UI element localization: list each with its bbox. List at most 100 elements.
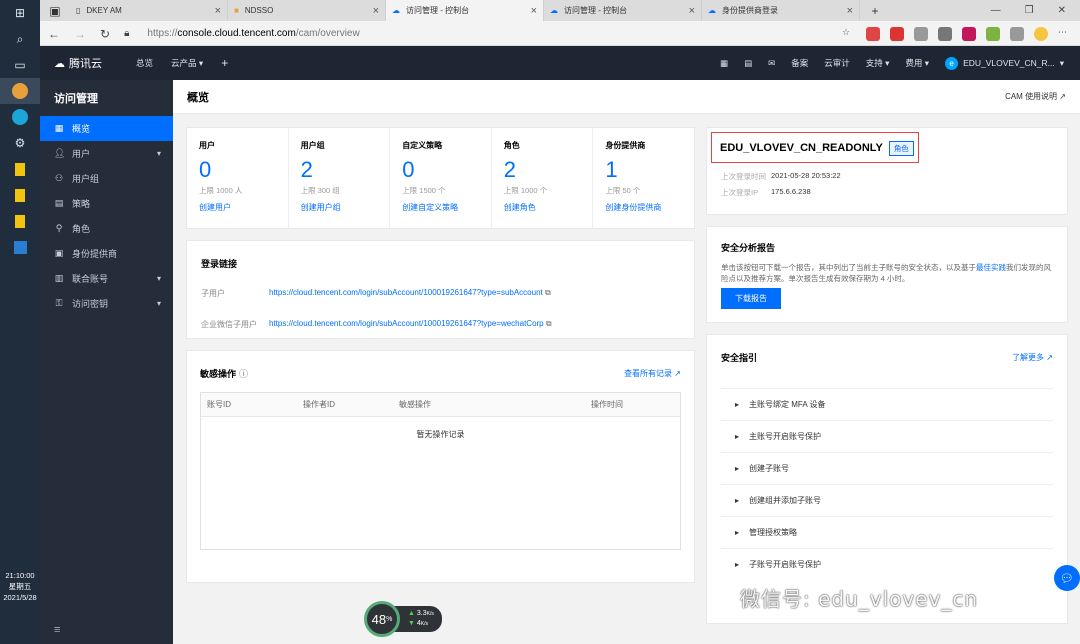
extension-icon[interactable] [1010,26,1024,41]
caret-right-icon: ▸ [735,432,740,441]
browser-tab[interactable]: ■ NDSSO × [228,0,386,21]
new-tab-button[interactable]: + [860,0,890,21]
best-practice-link[interactable]: 最佳实践 [976,263,1006,272]
close-tab-icon[interactable]: × [689,5,695,17]
back-icon[interactable]: ← [48,27,60,41]
sidebar-item-roles[interactable]: ⚲ 角色 [40,216,173,241]
network-meter-widget[interactable]: 48% ▲ 3.3K/s ▼ 4K/s [364,600,444,638]
nav-fees[interactable]: 费用 ▾ [905,57,929,69]
collapse-sidebar-icon[interactable]: ≡ [54,624,60,636]
chevron-down-icon: ▾ [156,299,161,308]
last-login-ip-label: 上次登录IP [721,188,759,197]
browser-chrome: ▣ ▯ DKEY AM × ■ NDSSO × ☁ 访问管理 - 控制台 × ☁ 访问管理 -… [40,0,1080,46]
nav-audit[interactable]: 云审计 [824,57,850,69]
copy-icon[interactable]: ⧉ [546,319,552,328]
extension-icon[interactable] [986,26,1000,41]
close-window-icon[interactable]: ✕ [1058,5,1066,16]
sub-user-url[interactable]: https://cloud.tencent.com/login/subAccou… [269,288,551,299]
guide-item[interactable]: ▸ 主账号绑定 MFA 设备 [721,388,1053,420]
create-idp-link[interactable]: 创建身份提供商 [605,202,682,213]
forward-icon[interactable]: → [74,27,86,41]
nav-record[interactable]: 备案 [791,57,808,69]
browser-tab[interactable]: ☁ 身份提供商登录 × [702,0,860,21]
minimize-icon[interactable]: — [991,5,1001,16]
sidebar-item-keys[interactable]: ⚿ 访问密钥 ▾ [40,291,173,316]
extension-icon[interactable] [914,26,928,41]
stat-idp: 身份提供商 1 上限 50 个创建身份提供商 [593,128,694,228]
task-view-icon[interactable]: ▭ [0,52,40,78]
browser-tab[interactable]: ▯ DKEY AM × [70,0,228,21]
extension-icon[interactable] [962,26,976,41]
close-tab-icon[interactable]: × [847,5,853,17]
sensitive-ops-card: 敏感操作 ⓘ 查看所有记录 ↗ 账号ID 操作者ID 敏感操作 操作时间 暂无操… [186,350,695,583]
nav-products[interactable]: 云产品 ▾ [171,57,203,69]
folder-app-icon[interactable] [0,156,40,182]
guide-item[interactable]: ▸ 主账号开启账号保护 [721,420,1053,452]
settings-app-icon[interactable]: ⚙ [0,130,40,156]
guide-item[interactable]: ▸ 创建组并添加子账号 [721,484,1053,516]
nav-overview[interactable]: 总览 [136,57,153,69]
windows-icon[interactable]: ⊞ [0,0,40,26]
cam-help-link[interactable]: CAM 使用说明 ↗ [1005,91,1066,102]
sidebar-item-groups[interactable]: ⚇ 用户组 [40,166,173,191]
learn-more-link[interactable]: 了解更多 ↗ [1012,352,1053,363]
close-tab-icon[interactable]: × [215,5,221,17]
word-app-icon[interactable] [0,234,40,260]
url-path: /cam/overview [295,28,360,39]
cpu-usage-unit: % [386,615,393,623]
cpu-usage-value: 48 [371,611,387,627]
nav-add[interactable]: + [221,56,228,70]
tencent-cloud-logo[interactable]: ☁ 腾讯云 [40,55,118,71]
system-clock[interactable]: 21:10:00 星期五 2021/5/28 [0,570,40,603]
role-icon: ⚲ [55,223,63,233]
extension-icon[interactable] [938,26,952,41]
url-field[interactable]: https://console.cloud.tencent.com/cam/ov… [147,28,359,39]
nav-support[interactable]: 支持 ▾ [866,57,890,69]
browser-tab[interactable]: ☁ 访问管理 - 控制台 × [544,0,702,21]
extension-icon[interactable] [890,26,904,41]
view-all-records-link[interactable]: 查看所有记录 ↗ [624,368,681,379]
search-icon[interactable]: ⌕ [0,26,40,52]
wechat-user-url[interactable]: https://cloud.tencent.com/login/subAccou… [269,319,552,330]
create-user-link[interactable]: 创建用户 [199,202,276,213]
chat-support-button[interactable]: 💬︎ [1054,565,1080,591]
profile-icon[interactable] [1034,26,1048,41]
sidebar-item-federation[interactable]: ▥ 联合账号 ▾ [40,266,173,291]
maximize-icon[interactable]: ❐ [1025,5,1034,16]
create-role-link[interactable]: 创建角色 [504,202,581,213]
folder-app-icon[interactable] [0,208,40,234]
close-tab-icon[interactable]: × [373,5,379,17]
apps-icon[interactable]: ▦ [720,58,728,69]
sidebar-item-overview[interactable]: ▦ 概览 [40,116,173,141]
close-tab-icon[interactable]: × [531,5,537,17]
reload-icon[interactable]: ↻ [100,27,110,41]
guide-item[interactable]: ▸ 子账号开启账号保护 [721,548,1053,580]
folder-app-icon[interactable] [0,182,40,208]
address-bar: ← → ↻ 🔒︎ https://console.cloud.tencent.c… [40,21,1080,46]
mail-icon[interactable]: ✉ [768,58,775,69]
stat-users: 用户 0 上限 1000 人创建用户 [187,128,289,228]
edge-app-icon[interactable] [0,104,40,130]
stat-label: 角色 [503,141,520,150]
stat-limit: 上限 300 组 [300,186,340,195]
favorite-icon[interactable]: ☆ [842,27,856,41]
menu-icon[interactable]: ⋯ [1058,27,1072,41]
sidebar-item-idp[interactable]: ▣ 身份提供商 [40,241,173,266]
tab-actions-icon[interactable]: ▣ [40,0,70,21]
guide-item[interactable]: ▸ 管理授权策略 [721,516,1053,548]
download-report-button[interactable]: 下载报告 [721,288,781,309]
extension-icon[interactable] [866,26,880,41]
create-policy-link[interactable]: 创建自定义策略 [402,202,479,213]
sidebar-item-label: 用户 [72,149,91,159]
create-group-link[interactable]: 创建用户组 [301,202,378,213]
user-menu[interactable]: e EDU_VLOVEV_CN_R... ▾ [945,56,1064,70]
ticket-icon[interactable]: ▤ [744,58,752,69]
ndsso-icon: ■ [234,6,239,15]
chrome-app-icon[interactable] [0,78,40,104]
sidebar-item-policies[interactable]: ▤ 策略 [40,191,173,216]
browser-tab-active[interactable]: ☁ 访问管理 - 控制台 × [386,0,544,21]
guide-item[interactable]: ▸ 创建子账号 [721,452,1053,484]
info-icon[interactable]: ⓘ [239,367,248,380]
copy-icon[interactable]: ⧉ [545,288,551,297]
sidebar-item-users[interactable]: 👤︎ 用户 ▾ [40,141,173,166]
